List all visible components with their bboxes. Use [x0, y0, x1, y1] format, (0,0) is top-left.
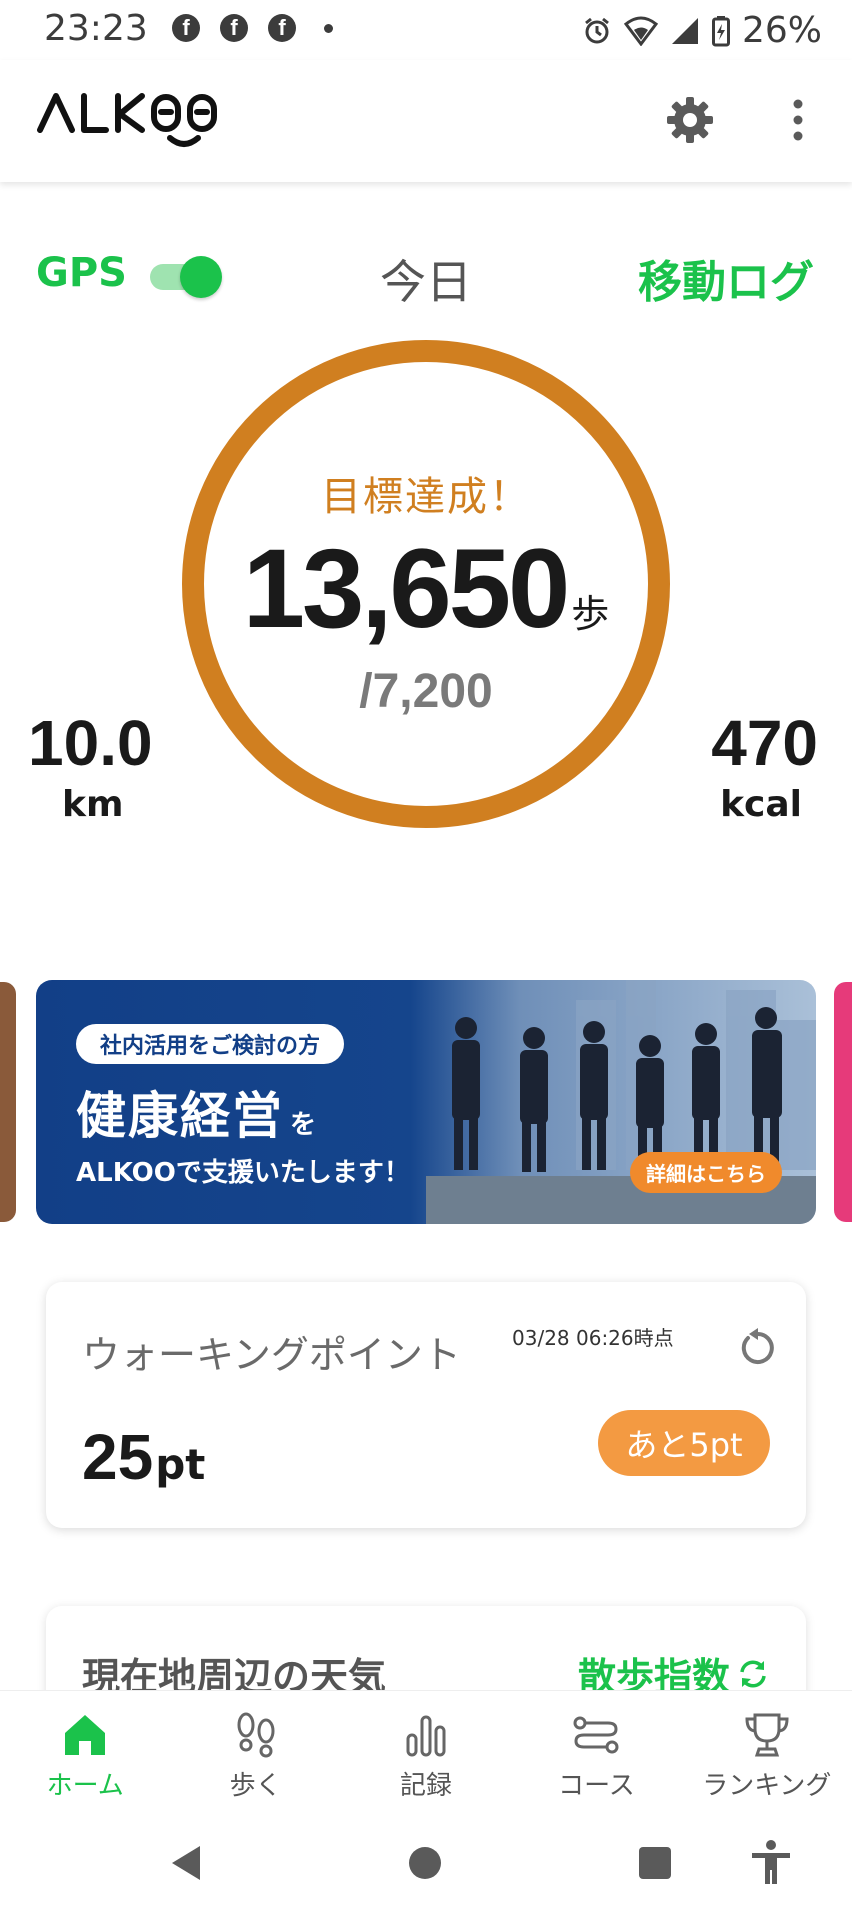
banner-headline: 健康経営を: [76, 1076, 316, 1148]
distance-unit: km: [62, 784, 124, 825]
footprints-icon: [237, 1712, 275, 1758]
walking-points-timestamp: 03/28 06:26時点: [512, 1326, 674, 1350]
back-icon[interactable]: [162, 1838, 212, 1888]
sync-icon: [740, 1659, 766, 1688]
battery-charging-icon: [711, 15, 730, 46]
banner-headline-main: 健康経営: [76, 1087, 284, 1145]
app-bar: [0, 60, 852, 182]
nav-item-course[interactable]: コース: [511, 1691, 681, 1810]
calories-unit: kcal: [720, 784, 802, 825]
more-vert-icon[interactable]: [780, 94, 816, 146]
banner-subline: ALKOOで支援いたします！: [76, 1158, 410, 1188]
nav-item-home[interactable]: ホーム: [0, 1691, 170, 1810]
nav-label-ranking: ランキング: [702, 1771, 832, 1801]
refresh-icon[interactable]: [736, 1326, 780, 1370]
nav-item-ranking[interactable]: ランキング: [682, 1691, 852, 1810]
banner-headline-suffix: を: [290, 1110, 317, 1140]
route-icon: [573, 1716, 619, 1754]
nav-label-walk: 歩く: [229, 1771, 282, 1801]
walking-points-title: ウォーキングポイント: [82, 1333, 461, 1377]
nav-item-records[interactable]: 記録: [341, 1691, 511, 1810]
steps-unit: 歩: [571, 592, 610, 636]
status-right: 26%: [582, 10, 822, 51]
nav-item-walk[interactable]: 歩く: [170, 1691, 340, 1810]
trophy-icon: [745, 1713, 789, 1757]
signal-icon: [671, 17, 698, 44]
facebook-icon: f: [172, 14, 200, 42]
calories-value: 470: [711, 707, 818, 779]
wifi-icon: [623, 16, 658, 46]
alkoo-logo: [36, 88, 232, 156]
points-unit: pt: [155, 1440, 206, 1489]
walking-points-value: 25pt: [82, 1420, 205, 1494]
home-circle-icon[interactable]: [400, 1838, 450, 1888]
nav-label-course: コース: [558, 1771, 635, 1801]
nav-label-home: ホーム: [46, 1771, 124, 1801]
status-bar: 23:23 f f f 26%: [0, 0, 852, 60]
banner-peek-next[interactable]: [834, 982, 852, 1222]
move-log-link[interactable]: 移動ログ: [638, 246, 814, 310]
more-notifications-dot-icon: [324, 23, 333, 33]
home-icon: [65, 1715, 106, 1755]
steps-count: 13,650: [242, 526, 571, 651]
bottom-nav: ホーム 歩く 記録 コース ランキング: [0, 1690, 852, 1810]
bar-chart-icon: [406, 1715, 446, 1757]
nav-label-records: 記録: [400, 1771, 453, 1801]
points-number: 25: [82, 1421, 154, 1493]
distance-value: 10.0: [28, 707, 153, 779]
banner-pill: 社内活用をご検討の方: [76, 1024, 345, 1064]
banner-details-button[interactable]: 詳細はこちら: [630, 1152, 782, 1193]
promo-banner[interactable]: 社内活用をご検討の方 健康経営を ALKOOで支援いたします！ 詳細はこちら: [36, 980, 816, 1224]
facebook-icon: f: [220, 14, 248, 42]
gear-icon[interactable]: [664, 94, 716, 146]
status-time: 23:23: [44, 8, 148, 49]
system-navigation-bar: [0, 1810, 852, 1919]
alarm-icon: [585, 17, 609, 43]
banner-peek-previous[interactable]: [0, 982, 16, 1222]
walking-points-card[interactable]: ウォーキングポイント 03/28 06:26時点 25pt あと5pt: [46, 1282, 806, 1528]
battery-percent: 26%: [741, 10, 822, 51]
facebook-icon: f: [268, 14, 296, 42]
points-remaining-badge: あと5pt: [598, 1410, 770, 1476]
notification-icons: f f f: [172, 14, 333, 42]
goal-achieved-message: 目標達成！: [321, 474, 531, 520]
alkoo-logo-mark: [37, 93, 217, 147]
accessibility-icon[interactable]: [746, 1838, 796, 1888]
recents-icon[interactable]: [630, 1838, 680, 1888]
steps-display: 13,650 歩: [0, 524, 852, 653]
